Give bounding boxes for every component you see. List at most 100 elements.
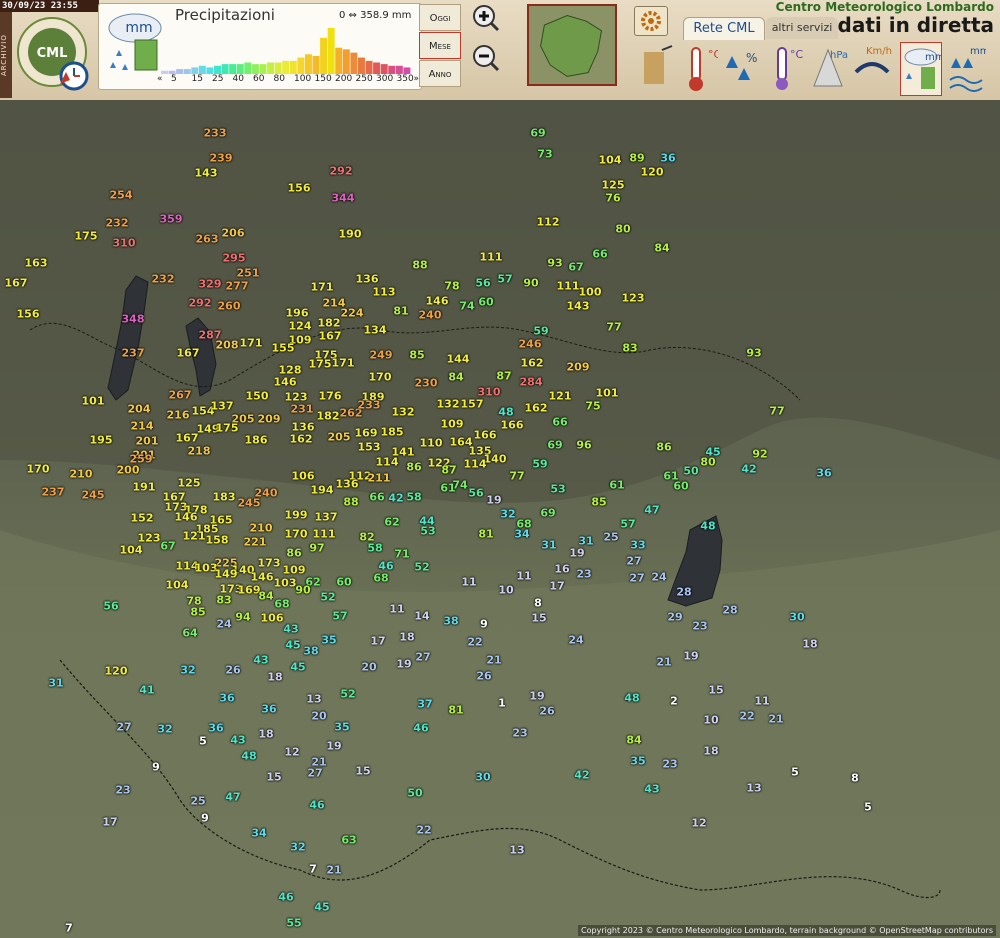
station-value[interactable]: 89	[629, 152, 644, 165]
station-value[interactable]: 169	[238, 584, 261, 597]
station-value[interactable]: 8	[851, 772, 859, 785]
station-value[interactable]: 27	[415, 651, 430, 664]
station-value[interactable]: 162	[521, 357, 544, 370]
station-value[interactable]: 30	[789, 611, 804, 624]
station-value[interactable]: 113	[373, 286, 396, 299]
station-value[interactable]: 109	[441, 418, 464, 431]
station-value[interactable]: 158	[206, 534, 229, 547]
station-value[interactable]: 92	[752, 448, 767, 461]
station-value[interactable]: 136	[356, 273, 379, 286]
station-value[interactable]: 27	[116, 721, 131, 734]
station-value[interactable]: 111	[313, 528, 336, 541]
station-value[interactable]: 71	[394, 548, 409, 561]
station-value[interactable]: 284	[520, 376, 543, 389]
station-value[interactable]: 11	[389, 603, 404, 616]
station-value[interactable]: 66	[592, 248, 607, 261]
station-value[interactable]: 18	[802, 638, 817, 651]
station-value[interactable]: 32	[180, 664, 195, 677]
rain-rate-icon[interactable]: mm/h	[946, 42, 986, 94]
station-value[interactable]: 81	[393, 305, 408, 318]
station-value[interactable]: 295	[223, 252, 246, 265]
station-value[interactable]: 64	[182, 627, 197, 640]
station-value[interactable]: 50	[683, 465, 698, 478]
station-value[interactable]: 35	[630, 755, 645, 768]
station-value[interactable]: 61	[609, 479, 624, 492]
station-value[interactable]: 45	[290, 661, 305, 674]
station-value[interactable]: 143	[195, 167, 218, 180]
station-value[interactable]: 88	[343, 496, 358, 509]
station-value[interactable]: 33	[630, 539, 645, 552]
station-value[interactable]: 24	[216, 618, 231, 631]
station-value[interactable]: 84	[654, 242, 669, 255]
station-value[interactable]: 5	[199, 735, 207, 748]
station-value[interactable]: 125	[178, 477, 201, 490]
station-value[interactable]: 58	[367, 542, 382, 555]
station-value[interactable]: 93	[547, 257, 562, 270]
station-value[interactable]: 38	[303, 645, 318, 658]
station-value[interactable]: 104	[166, 579, 189, 592]
station-value[interactable]: 263	[196, 233, 219, 246]
zoom-out-icon[interactable]	[472, 44, 500, 72]
station-value[interactable]: 12	[691, 817, 706, 830]
station-value[interactable]: 137	[315, 511, 338, 524]
station-value[interactable]: 83	[622, 342, 637, 355]
station-value[interactable]: 111	[480, 251, 503, 264]
station-value[interactable]: 9	[480, 618, 488, 631]
station-value[interactable]: 23	[512, 727, 527, 740]
station-value[interactable]: 111	[557, 280, 580, 293]
station-value[interactable]: 12	[284, 746, 299, 759]
station-value[interactable]: 57	[620, 518, 635, 531]
station-value[interactable]: 120	[105, 665, 128, 678]
station-value[interactable]: 254	[110, 189, 133, 202]
station-value[interactable]: 27	[629, 572, 644, 585]
station-value[interactable]: 69	[540, 507, 555, 520]
station-value[interactable]: 103	[274, 577, 297, 590]
station-value[interactable]: 176	[319, 390, 342, 403]
station-value[interactable]: 144	[447, 353, 470, 366]
station-value[interactable]: 36	[816, 467, 831, 480]
station-value[interactable]: 230	[415, 377, 438, 390]
station-value[interactable]: 55	[286, 917, 301, 930]
station-value[interactable]: 47	[225, 791, 240, 804]
station-value[interactable]: 46	[413, 722, 428, 735]
station-value[interactable]: 166	[474, 429, 497, 442]
station-value[interactable]: 87	[496, 370, 511, 383]
station-value[interactable]: 35	[321, 634, 336, 647]
station-value[interactable]: 210	[70, 468, 93, 481]
dew-point-icon[interactable]: °C	[766, 42, 806, 94]
station-value[interactable]: 60	[478, 296, 493, 309]
station-value[interactable]: 53	[420, 525, 435, 538]
station-value[interactable]: 239	[210, 152, 233, 165]
station-value[interactable]: 66	[552, 416, 567, 429]
period-month-button[interactable]: Mese	[419, 32, 461, 59]
station-value[interactable]: 36	[219, 692, 234, 705]
station-value[interactable]: 233	[204, 127, 227, 140]
station-value[interactable]: 83	[216, 594, 231, 607]
station-value[interactable]: 45	[285, 639, 300, 652]
station-value[interactable]: 96	[576, 439, 591, 452]
station-value[interactable]: 15	[266, 771, 281, 784]
station-value[interactable]: 163	[25, 257, 48, 270]
station-value[interactable]: 28	[722, 604, 737, 617]
station-value[interactable]: 94	[235, 611, 250, 624]
station-value[interactable]: 16	[554, 563, 569, 576]
station-value[interactable]: 45	[314, 901, 329, 914]
station-value[interactable]: 19	[326, 740, 341, 753]
station-value[interactable]: 152	[131, 512, 154, 525]
station-value[interactable]: 17	[102, 816, 117, 829]
station-value[interactable]: 85	[409, 349, 424, 362]
station-value[interactable]: 167	[177, 347, 200, 360]
station-value[interactable]: 240	[419, 309, 442, 322]
station-value[interactable]: 169	[355, 427, 378, 440]
station-value[interactable]: 19	[529, 690, 544, 703]
station-value[interactable]: 25	[603, 531, 618, 544]
station-value[interactable]: 43	[644, 783, 659, 796]
station-value[interactable]: 104	[120, 544, 143, 557]
archive-button[interactable]: ARCHIVIO	[0, 12, 12, 98]
station-value[interactable]: 36	[208, 722, 223, 735]
station-value[interactable]: 124	[289, 320, 312, 333]
station-value[interactable]: 310	[113, 237, 136, 250]
station-value[interactable]: 5	[864, 801, 872, 814]
station-value[interactable]: 86	[656, 441, 671, 454]
station-value[interactable]: 120	[641, 166, 664, 179]
